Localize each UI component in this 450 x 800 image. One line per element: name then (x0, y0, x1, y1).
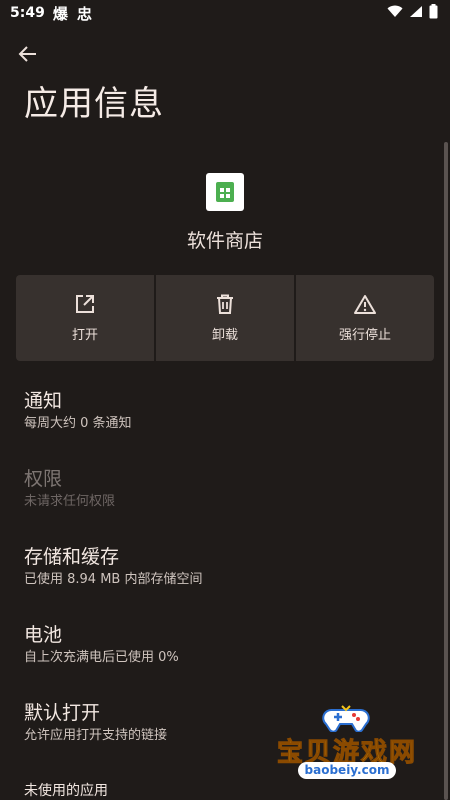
warning-icon (354, 294, 376, 314)
trash-icon (217, 294, 233, 314)
page-title: 应用信息 (24, 84, 164, 124)
setting-notifications[interactable]: 通知 每周大约 0 条通知 (0, 378, 440, 456)
setting-battery[interactable]: 电池 自上次充满电后已使用 0% (0, 612, 440, 690)
setting-permissions[interactable]: 权限 未请求任何权限 (0, 456, 440, 534)
force-stop-label: 强行停止 (338, 327, 391, 343)
force-stop-button[interactable]: 强行停止 (296, 275, 434, 361)
store-app-icon (206, 173, 244, 211)
setting-summary: 每周大约 0 条通知 (24, 416, 132, 431)
signal-icon (409, 5, 423, 22)
arrow-left-icon (18, 46, 36, 62)
battery-icon (429, 3, 438, 23)
setting-storage[interactable]: 存储和缓存 已使用 8.94 MB 内部存储空间 (0, 534, 440, 612)
open-label: 打开 (71, 327, 98, 343)
uninstall-button[interactable]: 卸载 (156, 275, 294, 361)
setting-summary: 未请求任何权限 (24, 494, 116, 509)
wifi-icon (387, 5, 403, 22)
setting-title: 权限 (24, 468, 63, 490)
setting-title: 存储和缓存 (24, 546, 120, 568)
setting-summary: 自上次充满电后已使用 0% (24, 650, 179, 665)
status-bar: 5:49 爆 忠 (0, 0, 450, 26)
app-name: 软件商店 (186, 230, 263, 252)
gamepad-icon (322, 705, 370, 732)
uninstall-label: 卸载 (211, 327, 238, 343)
back-button[interactable] (12, 38, 44, 70)
setting-title: 电池 (24, 624, 63, 646)
watermark-url: baobeiy.com (298, 762, 396, 779)
status-right (387, 3, 438, 23)
notification-icons: 爆 忠 (52, 4, 95, 23)
status-left: 5:49 爆 忠 (10, 3, 94, 24)
action-bar: 打开 卸载 强行停止 (16, 275, 434, 361)
status-time: 5:49 (10, 5, 45, 21)
open-button[interactable]: 打开 (16, 275, 154, 361)
open-external-icon (76, 294, 94, 313)
watermark: 宝贝游戏网 baobeiy.com (272, 702, 422, 782)
setting-title: 通知 (24, 390, 63, 412)
setting-summary: 已使用 8.94 MB 内部存储空间 (24, 572, 203, 587)
